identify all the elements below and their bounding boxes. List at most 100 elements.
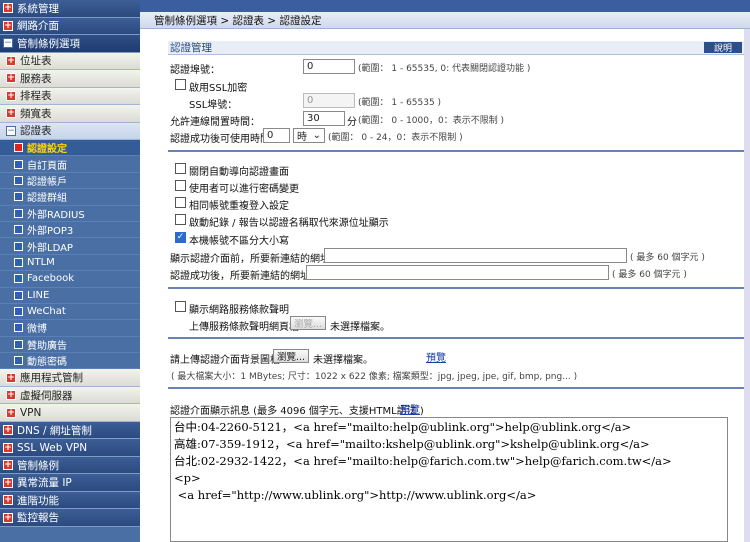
sidebar-leaf-pop3[interactable]: 外部POP3 (0, 221, 140, 239)
redirect-before-hint: ( 最多 60 個字元 ) (630, 253, 705, 263)
option-checkbox-1[interactable] (175, 180, 186, 191)
divider (168, 337, 746, 339)
top-bar (140, 0, 750, 12)
message-preview-link[interactable]: 預覽 (400, 401, 420, 416)
bullet-icon (14, 225, 23, 235)
sidebar-item-monitor[interactable]: + 監控報告 (0, 509, 140, 527)
sidebar-item-policy-options[interactable]: − 管制條例選項 (0, 35, 140, 53)
option-label-2: 相同帳號重複登入設定 (189, 201, 289, 212)
idle-time-input[interactable]: 30 (303, 111, 345, 126)
option-checkbox-3[interactable] (175, 214, 186, 225)
option-label-4: 本機帳號不區分大小寫 (189, 236, 289, 247)
sidebar-item-advanced[interactable]: + 進階功能 (0, 491, 140, 510)
option-checkbox-0[interactable] (175, 163, 186, 174)
scrollbar[interactable] (744, 29, 750, 542)
auth-port-hint: (範圍： 1 - 65535, 0: 代表關閉認證功能 ) (358, 64, 531, 74)
section-title: 認證管理 (170, 42, 212, 54)
sidebar-leaf-facebook[interactable]: Facebook (0, 271, 140, 288)
option-checkbox-2[interactable] (175, 197, 186, 208)
main-panel: 認證管理 說明 認證埠號： 0 (範圍： 1 - 65535, 0: 代表關閉認… (140, 29, 750, 542)
plus-icon: + (3, 442, 13, 453)
option-label-1: 使用者可以進行密碼變更 (189, 184, 299, 195)
bullet-icon (14, 208, 23, 218)
redirect-after-hint: ( 最多 60 個字元 ) (612, 270, 687, 280)
sidebar-leaf-auth-settings[interactable]: 認證設定 (0, 140, 140, 157)
bg-no-file-text: 未選擇檔案。 (313, 355, 373, 366)
sidebar-leaf-auth-accounts[interactable]: 認證帳戶 (0, 172, 140, 190)
sidebar-item-bandwidth[interactable]: + 頻寬表 (0, 105, 140, 123)
section-header: 認證管理 說明 (168, 41, 746, 55)
sidebar-item-vpn[interactable]: + VPN (0, 404, 140, 422)
bullet-icon (14, 192, 23, 202)
auth-port-label: 認證埠號： (170, 65, 220, 76)
redirect-after-label: 認證成功後，所要新連結的網址： (170, 271, 320, 282)
sidebar-leaf-ntlm[interactable]: NTLM (0, 254, 140, 272)
bullet-icon (14, 290, 23, 300)
redirect-before-input[interactable] (324, 248, 627, 263)
plus-icon: + (3, 425, 13, 436)
plus-icon: + (3, 512, 13, 523)
bg-preview-link[interactable]: 預覽 (426, 349, 446, 364)
plus-icon: + (3, 460, 13, 471)
sidebar-leaf-radius[interactable]: 外部RADIUS (0, 205, 140, 222)
option-label-3: 啟動紀錄 / 報告以認證名稱取代來源位址顯示 (189, 218, 389, 229)
bullet-icon (14, 143, 23, 153)
sidebar-leaf-auth-groups[interactable]: 認證群組 (0, 189, 140, 206)
sidebar-leaf-custom-page[interactable]: 自訂頁面 (0, 156, 140, 173)
idle-time-unit: 分 (347, 117, 357, 128)
bullet-icon (14, 175, 23, 185)
sidebar-leaf-line[interactable]: LINE (0, 287, 140, 304)
help-button[interactable]: 說明 (704, 42, 742, 54)
idle-time-label: 允許連線閒置時間： (170, 117, 260, 128)
sidebar-item-address[interactable]: + 位址表 (0, 52, 140, 70)
sidebar-item-virtual-server[interactable]: + 虛擬伺服器 (0, 386, 140, 405)
sidebar-item-auth[interactable]: − 認證表 (0, 122, 140, 140)
message-textarea[interactable]: 台中:04-2260-5121，<a href="mailto:help@ubl… (170, 417, 728, 542)
ssl-port-hint: (範圍： 1 - 65535 ) (358, 98, 442, 108)
bullet-icon (14, 274, 23, 284)
ssl-port-input[interactable]: 0 (303, 93, 355, 108)
divider (168, 150, 746, 152)
plus-icon: + (6, 372, 16, 383)
bullet-icon (14, 257, 23, 267)
sidebar-item-policy[interactable]: + 管制條例 (0, 456, 140, 475)
sidebar: + 系統管理 + 網路介面 − 管制條例選項 + 位址表 + 服務表 + 排程表 + 頻寬表 … (0, 0, 140, 542)
sidebar-leaf-sponsor-ads[interactable]: 贊助廣告 (0, 336, 140, 354)
sidebar-leaf-weibo[interactable]: 微博 (0, 320, 140, 337)
auth-port-input[interactable]: 0 (303, 59, 355, 74)
divider (168, 287, 746, 289)
option-checkbox-4[interactable]: ✓ (175, 232, 186, 243)
sidebar-item-app-control[interactable]: + 應用程式管制 (0, 369, 140, 387)
bg-image-label: 請上傳認證介面背景圖檔 (170, 355, 280, 366)
usable-time-input[interactable]: 0 (263, 128, 290, 143)
terms-browse-button[interactable]: 瀏覽... (290, 316, 326, 330)
usable-time-unit-select[interactable]: 時 ⌄ (293, 128, 325, 143)
idle-time-hint: (範圍： 0 - 1000，0：表示不限制 ) (358, 116, 505, 126)
sidebar-item-dns[interactable]: + DNS / 網址管制 (0, 421, 140, 440)
sidebar-item-abnormal-ip[interactable]: + 異常流量 IP (0, 474, 140, 492)
bullet-icon (14, 241, 23, 251)
bullet-icon (14, 307, 23, 317)
sidebar-leaf-otp[interactable]: 動態密碼 (0, 353, 140, 370)
divider (168, 387, 746, 389)
sidebar-item-schedule[interactable]: + 排程表 (0, 87, 140, 105)
usable-time-hint: (範圍： 0 - 24，0：表示不限制 ) (328, 133, 463, 143)
redirect-after-input[interactable] (306, 265, 609, 280)
plus-icon: + (6, 407, 16, 418)
show-terms-checkbox[interactable] (175, 301, 186, 312)
plus-icon: + (3, 477, 13, 488)
sidebar-leaf-ldap[interactable]: 外部LDAP (0, 238, 140, 255)
sidebar-leaf-wechat[interactable]: WeChat (0, 303, 140, 321)
sidebar-item-system[interactable]: + 系統管理 (0, 0, 140, 18)
show-terms-label: 顯示網路服務條款聲明 (189, 305, 289, 316)
bg-browse-button[interactable]: 瀏覽... (273, 349, 309, 363)
sidebar-item-ssl-vpn[interactable]: + SSL Web VPN (0, 439, 140, 457)
bullet-icon (14, 323, 23, 333)
sidebar-item-network[interactable]: + 網路介面 (0, 17, 140, 35)
bullet-icon (14, 159, 23, 169)
plus-icon: + (3, 495, 13, 506)
sidebar-item-service[interactable]: + 服務表 (0, 70, 140, 88)
ssl-enable-checkbox[interactable] (175, 79, 186, 90)
terms-upload-label: 上傳服務條款聲明網頁檔 (189, 322, 299, 333)
bg-image-hint: ( 最大檔案大小：1 MBytes; 尺寸：1022 x 622 像素; 檔案類… (171, 372, 578, 382)
